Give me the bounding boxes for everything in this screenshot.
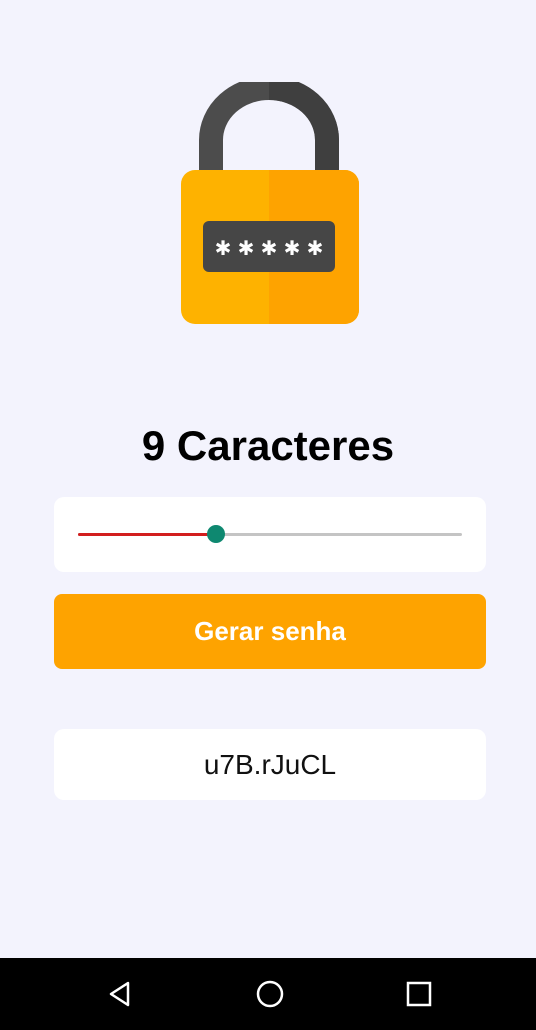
- generate-password-button[interactable]: Gerar senha: [54, 594, 486, 669]
- svg-text:✱: ✱: [307, 236, 324, 260]
- svg-text:✱: ✱: [284, 236, 301, 260]
- svg-text:✱: ✱: [261, 236, 278, 260]
- length-slider-card: [54, 497, 486, 572]
- lock-icon: ✱ ✱ ✱ ✱ ✱: [181, 82, 359, 324]
- back-icon[interactable]: [100, 974, 140, 1014]
- generated-password-field[interactable]: u7B.rJuCL: [54, 729, 486, 800]
- home-icon[interactable]: [250, 974, 290, 1014]
- recents-icon[interactable]: [399, 974, 439, 1014]
- length-slider-thumb[interactable]: [207, 525, 225, 543]
- length-slider-track[interactable]: [78, 533, 462, 536]
- svg-text:✱: ✱: [215, 236, 232, 260]
- length-slider-fill: [78, 533, 216, 536]
- svg-text:✱: ✱: [238, 236, 255, 260]
- generated-password-text: u7B.rJuCL: [203, 749, 337, 780]
- lock-illustration: ✱ ✱ ✱ ✱ ✱: [0, 0, 536, 340]
- length-title: 9 Caracteres: [141, 422, 395, 469]
- system-nav-bar: [0, 958, 536, 1030]
